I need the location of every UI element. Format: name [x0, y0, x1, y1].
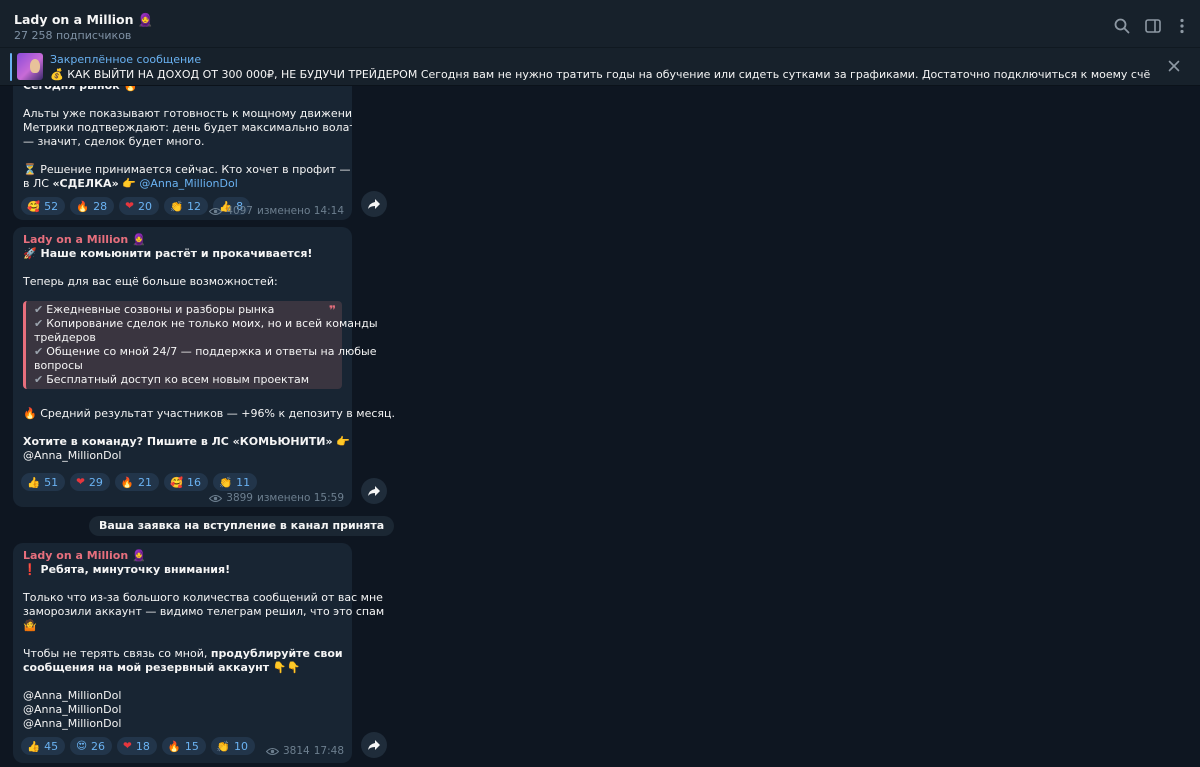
reaction-chip[interactable]: 🔥 21	[114, 473, 159, 491]
reaction-chip[interactable]: 🥰 16	[163, 473, 209, 491]
forward-button[interactable]	[361, 191, 387, 217]
message-line: Хотите в команду? Пишите в ЛС «КОМЬЮНИТИ…	[23, 435, 351, 448]
message-line: Альты уже показывают готовность к мощном…	[23, 107, 365, 120]
forward-button[interactable]	[361, 478, 387, 504]
eye-icon	[266, 747, 279, 755]
chat-header[interactable]: Lady on a Million 🧕 27 258 подписчиков	[0, 4, 1200, 48]
reaction-chip[interactable]: 🔥 15	[161, 737, 206, 755]
quote-line: вопросы	[34, 359, 83, 372]
message-line: ❗ Ребята, минуточку внимания!	[23, 563, 231, 576]
reactions-row: 👍 45 😍 26 ❤ 18 🔥 15 👏 10	[21, 737, 255, 755]
message-meta: 3814 17:48	[266, 745, 344, 757]
check-icon: ✔	[34, 303, 44, 316]
sidebar-toggle-icon[interactable]	[1143, 16, 1163, 36]
subscriber-count: 27 258 подписчиков	[14, 29, 132, 42]
message-line: ⏳ Решение принимается сейчас. Кто хочет …	[23, 163, 399, 176]
reaction-chip[interactable]: 👍 45	[21, 737, 66, 755]
message-line: Только что из-за большого количества соо…	[23, 591, 383, 604]
pinned-message-bar[interactable]: Закреплённое сообщение 💰 КАК ВЫЙТИ НА ДО…	[0, 48, 1200, 86]
blockquote: ❞ ✔ Ежедневные созвоны и разборы рынка ✔ К…	[23, 301, 378, 389]
reaction-chip[interactable]: ❤ 20	[119, 197, 159, 215]
quote-icon: ❞	[328, 303, 336, 317]
quote-line: ✔ Копирование сделок не только моих, но и…	[34, 317, 378, 330]
close-icon[interactable]	[1166, 58, 1182, 74]
reactions-row: 👍 51 ❤ 29 🔥 21 🥰 16 👏 11	[21, 473, 258, 491]
message-sender[interactable]: Lady on a Million 🧕	[23, 549, 342, 563]
view-count: 3814	[283, 745, 310, 757]
username-link[interactable]: @Anna_MillionDol	[23, 449, 342, 463]
pinned-title: Закреплённое сообщение	[50, 53, 202, 66]
reaction-chip[interactable]: ❤ 18	[117, 737, 157, 755]
forward-icon	[368, 199, 380, 209]
message-sender[interactable]: Lady on a Million 🧕	[23, 233, 342, 247]
quote-line: ✔ Общение со мной 24/7 — поддержка и отве…	[34, 345, 377, 358]
forward-button[interactable]	[361, 732, 387, 758]
message-line: — значит, сделок будет много.	[23, 135, 205, 148]
message-meta: 4097 изменено 14:14	[209, 205, 344, 217]
reaction-chip[interactable]: 🔥 28	[70, 197, 115, 215]
pinned-text: 💰 КАК ВЫЙТИ НА ДОХОД ОТ 300 000₽, НЕ БУД…	[50, 68, 1150, 81]
search-icon[interactable]	[1112, 16, 1132, 36]
reaction-chip[interactable]: 👏 10	[210, 737, 255, 755]
reaction-chip[interactable]: 🥰 52	[21, 197, 66, 215]
username-link[interactable]: @Anna_MillionDol	[23, 703, 342, 717]
eye-icon	[209, 494, 223, 502]
service-message: Ваша заявка на вступление в канал принят…	[89, 516, 395, 536]
message-line: Теперь для вас ещё больше возможностей:	[23, 275, 278, 288]
message-time: изменено 14:14	[257, 205, 344, 217]
check-icon: ✔	[34, 373, 44, 386]
reaction-chip[interactable]: ❤ 29	[70, 473, 110, 491]
message-bubble[interactable]: Сегодня рынок 🔥 Альты уже показывают гот…	[13, 86, 401, 220]
reaction-chip[interactable]: 👍 51	[21, 473, 66, 491]
more-vertical-icon[interactable]	[1172, 16, 1192, 36]
quote-line: трейдеров	[34, 331, 96, 344]
check-icon: ✔	[34, 345, 44, 358]
message-meta: 3899 изменено 15:59	[209, 492, 344, 504]
view-count: 3899	[226, 492, 253, 504]
forward-icon	[368, 486, 380, 496]
username-link[interactable]: @Anna_MillionDol	[139, 177, 237, 190]
message-line: 🤷	[23, 619, 37, 632]
message-line: Чтобы не терять связь со мной, продублир…	[23, 647, 343, 660]
message-line: сообщения на мой резервный аккаунт 👇👇	[23, 661, 301, 674]
view-count: 4097	[226, 205, 253, 217]
quote-line: ✔ Ежедневные созвоны и разборы рынка	[34, 303, 275, 316]
message-bubble[interactable]: Lady on a Million 🧕 🚀 Наше комьюнити рас…	[13, 227, 395, 507]
quote-line: ✔ Бесплатный доступ ко всем новым проекта…	[34, 373, 310, 386]
pinned-thumbnail	[17, 53, 43, 80]
message-line: в ЛС «СДЕЛКА» 👉 @Anna_MillionDol	[23, 177, 238, 190]
message-time: изменено 15:59	[257, 492, 344, 504]
username-link[interactable]: @Anna_MillionDol	[23, 717, 342, 731]
reaction-chip[interactable]: 👏 11	[213, 473, 258, 491]
pinned-indicator	[10, 53, 12, 81]
eye-icon	[209, 207, 223, 215]
message-line: Метрики подтверждают: день будет максима…	[23, 121, 401, 134]
message-line: заморозили аккаунт — видимо телеграм реш…	[23, 605, 385, 618]
reaction-chip[interactable]: 👏 12	[163, 197, 209, 215]
message-bubble[interactable]: Lady on a Million 🧕 ❗ Ребята, минуточку …	[13, 543, 385, 763]
message-time: 17:48	[313, 745, 344, 757]
channel-title[interactable]: Lady on a Million 🧕	[14, 12, 153, 28]
forward-icon	[368, 740, 380, 750]
check-icon: ✔	[34, 317, 44, 330]
message-line: 🚀 Наше комьюнити растёт и прокачивается!	[23, 247, 313, 260]
message-line: 🔥 Средний результат участников — +96% к …	[23, 407, 395, 420]
username-link[interactable]: @Anna_MillionDol	[23, 689, 342, 703]
reaction-chip[interactable]: 😍 26	[70, 737, 113, 755]
